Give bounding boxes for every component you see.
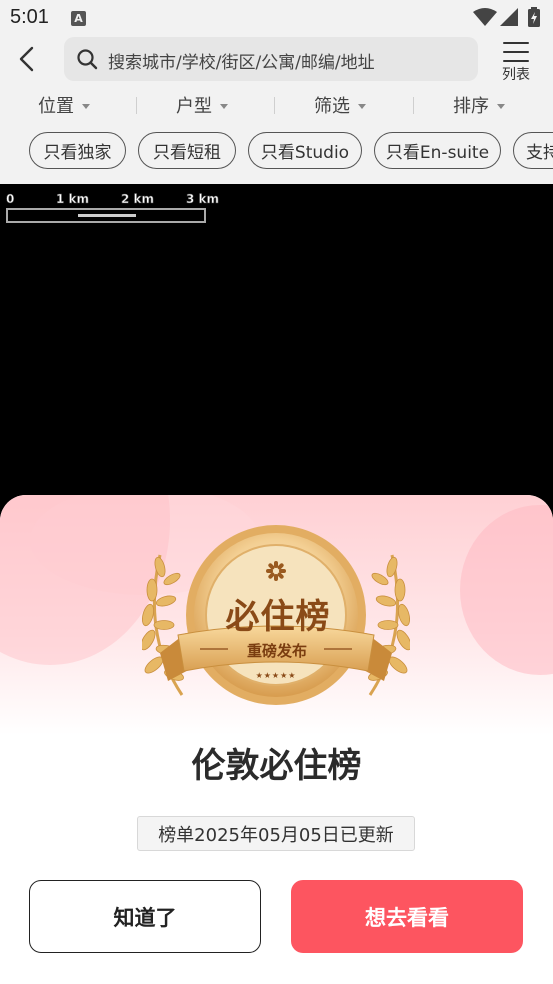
search-header: 搜索城市/学校/街区/公寓/邮编/地址 列表	[0, 36, 553, 86]
badge-title: 必住榜	[225, 597, 331, 637]
ranking-announcement-modal: 必住榜 重磅发布 ★★★★★ 伦敦必住榜 榜单2025年05月05日已更新 知道…	[0, 495, 553, 984]
quick-filter-chips: 只看独家 只看短租 只看Studio 只看En-suite 支持	[0, 124, 553, 184]
status-time: 5:01	[10, 6, 49, 28]
filter-sort[interactable]: 排序	[453, 92, 505, 118]
modal-title: 伦敦必住榜	[191, 746, 362, 786]
filter-divider	[413, 97, 414, 114]
scale-bar-segment	[78, 214, 136, 217]
list-view-button[interactable]: 列表	[496, 38, 536, 83]
filter-divider	[274, 97, 275, 114]
signal-icon	[500, 8, 518, 26]
decor-circle	[460, 505, 553, 675]
badge-ribbon-text: 重磅发布	[246, 642, 307, 660]
filter-room-type[interactable]: 户型	[176, 92, 228, 118]
chevron-down-icon	[497, 104, 505, 109]
search-placeholder: 搜索城市/学校/街区/公寓/邮编/地址	[108, 53, 375, 73]
chevron-down-icon	[82, 104, 90, 109]
filter-bar: 位置 户型 筛选 排序	[0, 86, 553, 124]
filter-location-label: 位置	[38, 96, 74, 117]
filter-location[interactable]: 位置	[38, 92, 90, 118]
chip-studio[interactable]: 只看Studio	[248, 132, 362, 169]
chip-support[interactable]: 支持	[513, 132, 553, 169]
map-scale-bar	[6, 208, 206, 223]
search-input[interactable]: 搜索城市/学校/街区/公寓/邮编/地址	[64, 37, 478, 81]
scale-label: 1 km	[56, 192, 90, 207]
list-menu-icon	[503, 42, 529, 62]
filter-more-label: 筛选	[314, 96, 350, 117]
update-date-tag: 榜单2025年05月05日已更新	[137, 816, 415, 851]
chip-en-suite[interactable]: 只看En-suite	[374, 132, 501, 169]
ranking-badge: 必住榜 重磅发布 ★★★★★	[140, 525, 412, 717]
chevron-down-icon	[220, 104, 228, 109]
filter-sort-label: 排序	[453, 96, 489, 117]
status-bar: 5:01 A	[0, 0, 553, 36]
filter-divider	[136, 97, 137, 114]
filter-more[interactable]: 筛选	[314, 92, 366, 118]
search-icon	[77, 49, 98, 70]
list-label: 列表	[502, 67, 530, 83]
badge-stars: ★★★★★	[255, 671, 297, 680]
scale-label: 0	[6, 192, 15, 207]
battery-icon	[528, 7, 540, 27]
view-ranking-button[interactable]: 想去看看	[291, 880, 523, 953]
chevron-down-icon	[358, 104, 366, 109]
chip-short-term[interactable]: 只看短租	[138, 132, 236, 169]
back-arrow-icon[interactable]	[16, 44, 38, 74]
wifi-icon	[473, 8, 497, 26]
scale-label: 2 km	[121, 192, 155, 207]
chip-exclusive[interactable]: 只看独家	[29, 132, 126, 169]
notification-a-icon: A	[71, 11, 86, 26]
scale-label: 3 km	[186, 192, 220, 207]
filter-room-type-label: 户型	[176, 96, 212, 117]
dismiss-button[interactable]: 知道了	[29, 880, 261, 953]
